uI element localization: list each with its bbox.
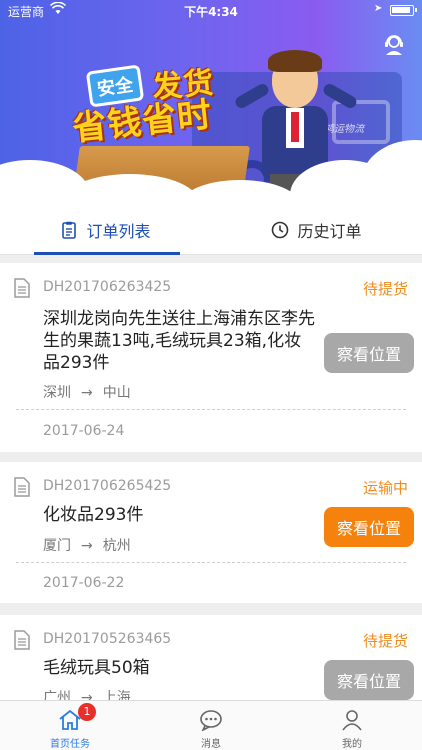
route-arrow: → (81, 385, 93, 401)
route-arrow: → (81, 690, 93, 700)
order-id: DH201706265425 (43, 478, 172, 494)
banner-header: 运营商 下午4:34 ➤ 鸿运物流 安全 发货 省钱省时 (0, 0, 422, 205)
cloud-decoration (0, 130, 422, 205)
order-id: DH201706263425 (43, 279, 172, 295)
document-icon (14, 278, 30, 298)
order-description: 毛绒玩具50箱 (43, 658, 150, 678)
notification-badge: 1 (78, 703, 96, 721)
order-description: 化妆品293件 (43, 505, 144, 525)
order-card[interactable]: DH201706263425 待提货 深圳龙岗向先生送往上海浦东区李先生的果蔬1… (0, 263, 422, 452)
nav-profile-label: 我的 (342, 739, 362, 750)
dashed-divider (16, 409, 406, 410)
message-icon (199, 709, 223, 732)
route-arrow: → (81, 538, 93, 554)
order-date: 2017-06-24 (43, 423, 125, 439)
clock-icon (271, 221, 289, 239)
clipboard-list-icon (60, 221, 78, 239)
route-from: 厦门 (43, 538, 71, 554)
order-route: 厦门 → 杭州 (43, 535, 131, 555)
route-to: 杭州 (102, 538, 131, 554)
order-card[interactable]: DH201706265425 运输中 化妆品293件 厦门 → 杭州 2017-06… (0, 462, 422, 603)
route-to: 上海 (102, 690, 131, 700)
nav-messages[interactable]: 消息 (141, 701, 281, 750)
nav-home-tasks-label: 首页任务 (50, 739, 90, 750)
route-from: 深圳 (43, 385, 71, 401)
order-route: 广州 → 上海 (43, 687, 131, 700)
tab-history-orders[interactable]: 历史订单 (211, 205, 422, 255)
order-route: 深圳 → 中山 (43, 382, 131, 402)
order-status: 运输中 (362, 479, 408, 497)
route-from: 广州 (43, 690, 71, 700)
order-list: DH201706263425 待提货 深圳龙岗向先生送往上海浦东区李先生的果蔬1… (0, 263, 422, 700)
status-time: 下午4:34 (184, 5, 238, 19)
view-location-button[interactable]: 察看位置 (324, 507, 414, 547)
order-card[interactable]: DH201705263465 待提货 毛绒玩具50箱 广州 → 上海 察看位置 (0, 615, 422, 700)
tab-order-list-label: 订单列表 (86, 222, 151, 241)
battery-icon (390, 5, 417, 16)
nav-messages-label: 消息 (201, 739, 221, 750)
status-bar: 运营商 下午4:34 ➤ (0, 0, 422, 22)
user-icon (340, 709, 364, 731)
route-to: 中山 (102, 385, 131, 401)
order-tabs: 订单列表 历史订单 (0, 205, 422, 255)
document-icon (14, 477, 30, 497)
order-status: 待提货 (362, 280, 408, 298)
active-tab-indicator (34, 252, 180, 255)
document-icon (14, 630, 30, 650)
order-description: 深圳龙岗向先生送往上海浦东区李先生的果蔬13吨,毛绒玩具23箱,化妆品293件 (43, 309, 315, 373)
order-status: 待提货 (362, 632, 408, 650)
view-location-button[interactable]: 察看位置 (324, 333, 414, 373)
order-date: 2017-06-22 (43, 575, 125, 591)
tab-order-list[interactable]: 订单列表 (0, 205, 211, 255)
dashed-divider (16, 562, 406, 563)
location-arrow-icon: ➤ (374, 3, 383, 14)
nav-profile[interactable]: 我的 (282, 701, 422, 750)
order-id: DH201705263465 (43, 631, 172, 647)
bottom-navigation: 1 首页任务 消息 我的 (0, 700, 422, 750)
tab-history-orders-label: 历史订单 (297, 222, 362, 241)
nav-home-tasks[interactable]: 1 首页任务 (0, 701, 140, 750)
customer-service-icon[interactable] (382, 32, 406, 56)
view-location-button[interactable]: 察看位置 (324, 660, 414, 700)
